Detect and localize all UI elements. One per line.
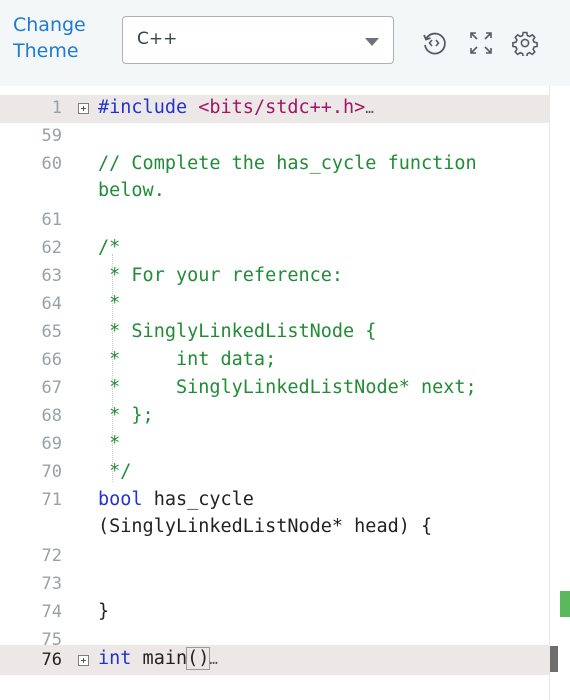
code-line[interactable]: 67 * SinglyLinkedListNode* next; [0, 375, 550, 403]
code-editor[interactable]: 1 #include <bits/stdc++.h>… 59 60 // Com… [0, 86, 570, 700]
line-number: 76 [41, 650, 62, 670]
comment-star: * [98, 349, 121, 370]
comment-text: * SinglyLinkedListNode { [98, 321, 377, 342]
line-number: 66 [41, 350, 62, 370]
closing-brace: } [98, 601, 110, 622]
code-line[interactable]: 62 /* [0, 235, 550, 263]
function-name: has_cycle [142, 489, 254, 510]
code-text-wrap: (SinglyLinkedListNode* head) { [98, 516, 433, 537]
code-line[interactable]: 73 [0, 571, 550, 599]
code-line[interactable]: 64 * [0, 291, 550, 319]
line-number: 67 [41, 378, 62, 398]
keyword-int: int [98, 648, 132, 669]
editor-toolbar: Change Theme C++ [0, 0, 570, 86]
code-line[interactable]: 72 [0, 543, 550, 571]
line-number: 60 [41, 154, 62, 174]
comment-text: * int data; [98, 349, 276, 370]
change-theme-line2: Theme [13, 40, 79, 62]
comment-text: * }; [98, 405, 154, 426]
line-number: 64 [41, 294, 62, 314]
line-number: 61 [41, 210, 62, 230]
code-text: int main()… [98, 647, 218, 670]
comment-text: * [98, 433, 121, 454]
reset-code-icon[interactable] [421, 30, 447, 56]
language-select-value: C++ [137, 29, 178, 49]
code-line[interactable]: 1 #include <bits/stdc++.h>… [0, 95, 550, 123]
code-text: bool has_cycle [98, 489, 254, 510]
code-line[interactable]: 68 * }; [0, 403, 550, 431]
matched-brackets: () [186, 647, 211, 670]
settings-gear-icon[interactable] [512, 30, 538, 56]
comment-body: int data; [120, 349, 277, 370]
line-number: 70 [41, 462, 62, 482]
code-line[interactable]: 70 */ [0, 459, 550, 487]
fold-expand-icon[interactable] [78, 655, 89, 666]
line-number: 62 [41, 238, 62, 258]
code-line[interactable]: 65 * SinglyLinkedListNode { [0, 319, 550, 347]
keyword-bool: bool [98, 489, 143, 510]
comment-text: * [98, 293, 121, 314]
line-number: 65 [41, 322, 62, 342]
include-header: <bits/stdc++.h> [198, 97, 366, 118]
chevron-down-icon [365, 38, 379, 46]
code-line[interactable]: 60 // Complete the has_cycle function be… [0, 151, 550, 207]
comment-body: SinglyLinkedListNode* next; [120, 377, 477, 398]
comment-text: /* [98, 237, 121, 258]
code-line[interactable]: 66 * int data; [0, 347, 550, 375]
change-theme-link[interactable]: Change Theme [13, 12, 103, 64]
line-number: 69 [41, 434, 62, 454]
line-number: 74 [41, 602, 62, 622]
folded-ellipsis[interactable]: … [365, 101, 373, 117]
line-number: 72 [41, 546, 62, 566]
language-select[interactable]: C++ [122, 16, 394, 64]
fullscreen-icon[interactable] [468, 30, 494, 56]
code-text: #include <bits/stdc++.h>… [98, 97, 374, 118]
line-number: 68 [41, 406, 62, 426]
change-theme-line1: Change [13, 14, 86, 36]
function-name: main [131, 648, 188, 669]
include-directive: #include [98, 97, 199, 118]
line-number: 71 [41, 490, 62, 510]
fold-expand-icon[interactable] [78, 103, 89, 114]
code-line-active[interactable]: 76 int main()… [0, 645, 550, 675]
comment-text: */ [98, 461, 132, 482]
comment-text-wrap: below. [98, 180, 165, 201]
scrollbar-thumb[interactable] [550, 646, 558, 672]
code-line[interactable]: 71 bool has_cycle (SinglyLinkedListNode*… [0, 487, 550, 543]
code-line[interactable]: 61 [0, 207, 550, 235]
line-number: 63 [41, 266, 62, 286]
line-number: 73 [41, 574, 62, 594]
code-line[interactable]: 69 * [0, 431, 550, 459]
comment-text: // Complete the has_cycle function [98, 153, 477, 174]
code-line[interactable]: 63 * For your reference: [0, 263, 550, 291]
folded-ellipsis[interactable]: … [209, 652, 217, 668]
comment-star: * [98, 377, 121, 398]
line-number: 59 [41, 126, 62, 146]
line-number: 1 [51, 98, 62, 118]
scrollbar-change-marker [560, 591, 570, 617]
code-line[interactable]: 74 } [0, 599, 550, 627]
code-line[interactable]: 59 [0, 123, 550, 151]
comment-text: * SinglyLinkedListNode* next; [98, 377, 477, 398]
comment-text: * For your reference: [98, 265, 344, 286]
